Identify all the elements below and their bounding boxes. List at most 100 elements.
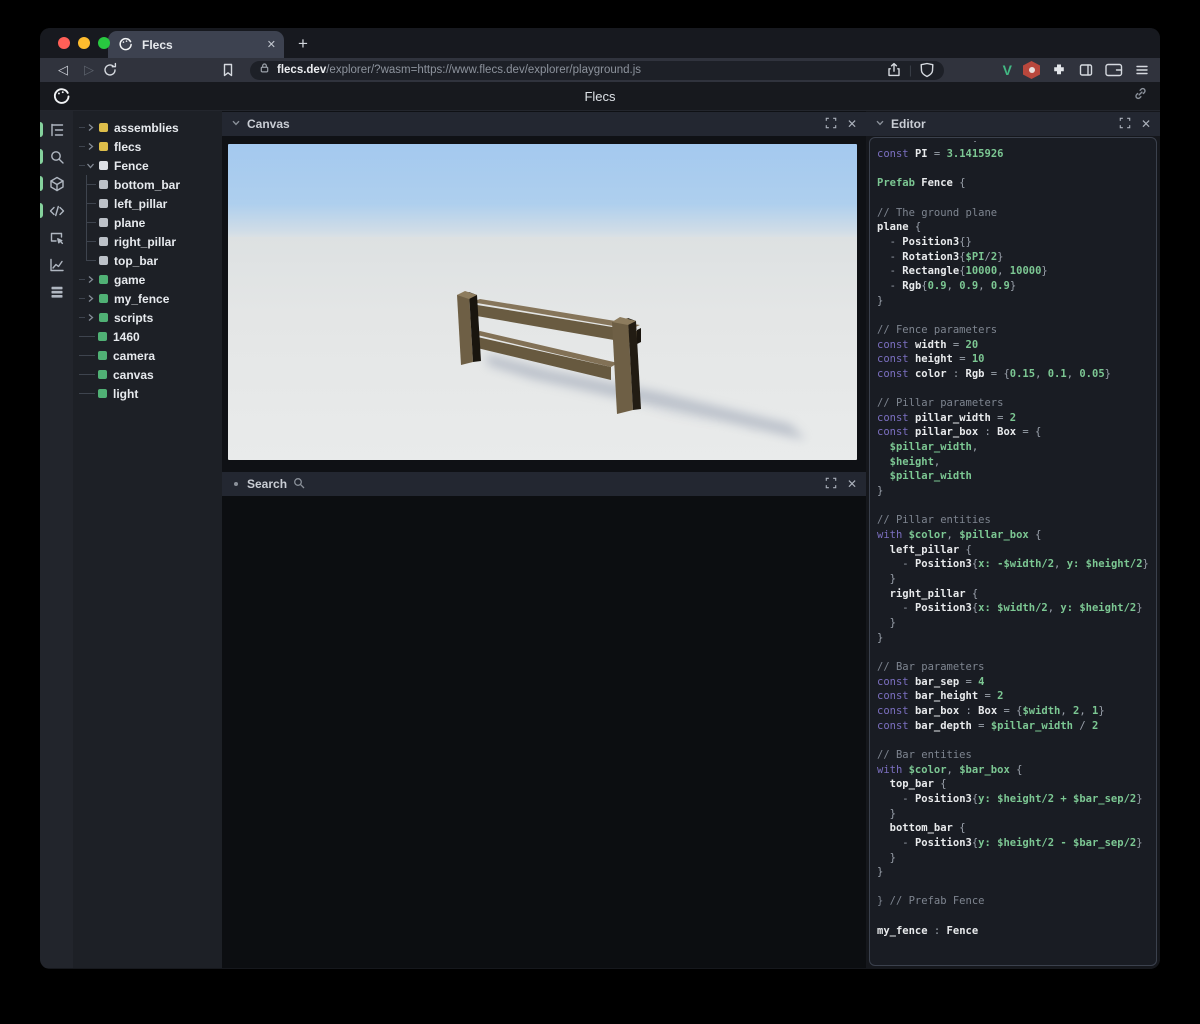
entity-icon	[99, 161, 108, 170]
vue-devtools-icon[interactable]: V	[1003, 62, 1012, 78]
entity-tree-icon[interactable]	[40, 116, 73, 143]
entity-icon	[98, 389, 107, 398]
inspector-icon[interactable]	[40, 224, 73, 251]
collapse-caret-icon[interactable]	[231, 117, 241, 131]
maximize-window-button[interactable]	[98, 37, 110, 49]
canvas-3d-viewport[interactable]	[222, 136, 866, 460]
script-editor-icon[interactable]	[40, 197, 73, 224]
menu-icon[interactable]	[1134, 62, 1150, 78]
close-panel-icon[interactable]: ✕	[847, 117, 857, 131]
url-bar[interactable]: flecs.dev/explorer/?wasm=https://www.fle…	[250, 61, 944, 80]
tree-item-assemblies[interactable]: assemblies	[73, 118, 222, 137]
statistics-icon[interactable]	[40, 251, 73, 278]
code-line	[877, 909, 1151, 924]
canvas-3d-scene	[228, 144, 857, 460]
tree-item-camera[interactable]: camera	[73, 346, 222, 365]
tree-item-top_bar[interactable]: top_bar	[73, 251, 222, 270]
tool-sidebar	[40, 111, 73, 968]
canvas-3d-icon[interactable]	[40, 170, 73, 197]
chevron-right-icon[interactable]	[85, 294, 96, 303]
tree-item-bottom_bar[interactable]: bottom_bar	[73, 175, 222, 194]
code-line: }	[877, 294, 1151, 309]
tree-item-light[interactable]: light	[73, 384, 222, 403]
tree-item-label: top_bar	[114, 254, 158, 268]
code-line: }	[877, 484, 1151, 499]
entity-icon	[99, 123, 108, 132]
code-line	[877, 499, 1151, 514]
tab-strip: Flecs ✕ +	[40, 28, 1160, 58]
code-line: - Rotation3{$PI/2}	[877, 250, 1151, 265]
code-line: // Fence parameters	[877, 323, 1151, 338]
collapsed-dot-icon[interactable]	[234, 482, 238, 486]
fullscreen-icon[interactable]	[825, 117, 837, 132]
tree-item-game[interactable]: game	[73, 270, 222, 289]
close-window-button[interactable]	[58, 37, 70, 49]
link-icon[interactable]	[1133, 86, 1148, 106]
browser-tab[interactable]: Flecs ✕	[108, 31, 284, 58]
code-line: const bar_box : Box = {$width, 2, 1}	[877, 704, 1151, 719]
entity-icon	[99, 218, 108, 227]
chevron-right-icon[interactable]	[85, 275, 96, 284]
code-editor[interactable]: - .const PI = 3.1415926 Prefab Fence { /…	[869, 137, 1157, 966]
code-line: plane {	[877, 220, 1151, 235]
code-line: - Position3{x: $width/2, y: $height/2}	[877, 601, 1151, 616]
extension-badge-icon[interactable]	[1023, 61, 1040, 79]
code-line: const bar_height = 2	[877, 689, 1151, 704]
tree-item-label: plane	[114, 216, 145, 230]
minimize-window-button[interactable]	[78, 37, 90, 49]
wallet-icon[interactable]	[1105, 62, 1123, 78]
chevron-right-icon[interactable]	[85, 142, 96, 151]
tree-item-label: canvas	[113, 368, 154, 382]
brave-shield-icon[interactable]	[919, 62, 935, 78]
chevron-right-icon[interactable]	[85, 313, 96, 322]
tree-item-my_fence[interactable]: my_fence	[73, 289, 222, 308]
code-line: const pillar_box : Box = {	[877, 425, 1151, 440]
tree-item-plane[interactable]: plane	[73, 213, 222, 232]
chevron-right-icon[interactable]	[85, 123, 96, 132]
close-panel-icon[interactable]: ✕	[1141, 117, 1151, 131]
search-icon[interactable]	[40, 143, 73, 170]
share-icon[interactable]	[886, 62, 902, 78]
code-line: // The ground plane	[877, 206, 1151, 221]
code-line: }	[877, 807, 1151, 822]
fullscreen-icon[interactable]	[825, 477, 837, 492]
sky	[228, 144, 857, 240]
search-icon	[293, 477, 305, 492]
tree-item-label: scripts	[114, 311, 153, 325]
tree-item-label: right_pillar	[114, 235, 176, 249]
code-line: bottom_bar {	[877, 821, 1151, 836]
code-line: const bar_sep = 4	[877, 675, 1151, 690]
extensions-puzzle-icon[interactable]	[1051, 62, 1067, 78]
app-header: Flecs	[40, 82, 1160, 111]
chevron-down-icon[interactable]	[85, 161, 96, 170]
tab-close-icon[interactable]: ✕	[267, 38, 276, 51]
reload-button[interactable]	[102, 62, 128, 78]
new-tab-button[interactable]: +	[298, 34, 308, 54]
tree-item-flecs[interactable]: flecs	[73, 137, 222, 156]
tree-item-scripts[interactable]: scripts	[73, 308, 222, 327]
tree-item-left_pillar[interactable]: left_pillar	[73, 194, 222, 213]
page-title: Flecs	[40, 89, 1160, 104]
collapse-caret-icon[interactable]	[875, 117, 885, 131]
code-line: }	[877, 851, 1151, 866]
tree-item-Fence[interactable]: Fence	[73, 156, 222, 175]
queries-icon[interactable]	[40, 278, 73, 305]
code-line: }	[877, 572, 1151, 587]
editor-panel-header: Editor ✕	[866, 112, 1160, 136]
bookmark-icon[interactable]	[220, 62, 244, 78]
search-panel-title: Search	[247, 477, 287, 491]
forward-button[interactable]: ▷	[76, 62, 102, 78]
side-panel-icon[interactable]	[1078, 62, 1094, 78]
fullscreen-icon[interactable]	[1119, 117, 1131, 132]
close-panel-icon[interactable]: ✕	[847, 477, 857, 491]
code-line: const width = 20	[877, 338, 1151, 353]
entity-icon	[98, 351, 107, 360]
tree-item-canvas[interactable]: canvas	[73, 365, 222, 384]
code-line: with $color, $pillar_box {	[877, 528, 1151, 543]
code-line	[877, 191, 1151, 206]
entity-icon	[99, 313, 108, 322]
entity-tree-panel: assembliesflecsFencebottom_barleft_pilla…	[73, 111, 222, 968]
tree-item-1460[interactable]: 1460	[73, 327, 222, 346]
tree-item-right_pillar[interactable]: right_pillar	[73, 232, 222, 251]
back-button[interactable]: ◁	[50, 62, 76, 78]
